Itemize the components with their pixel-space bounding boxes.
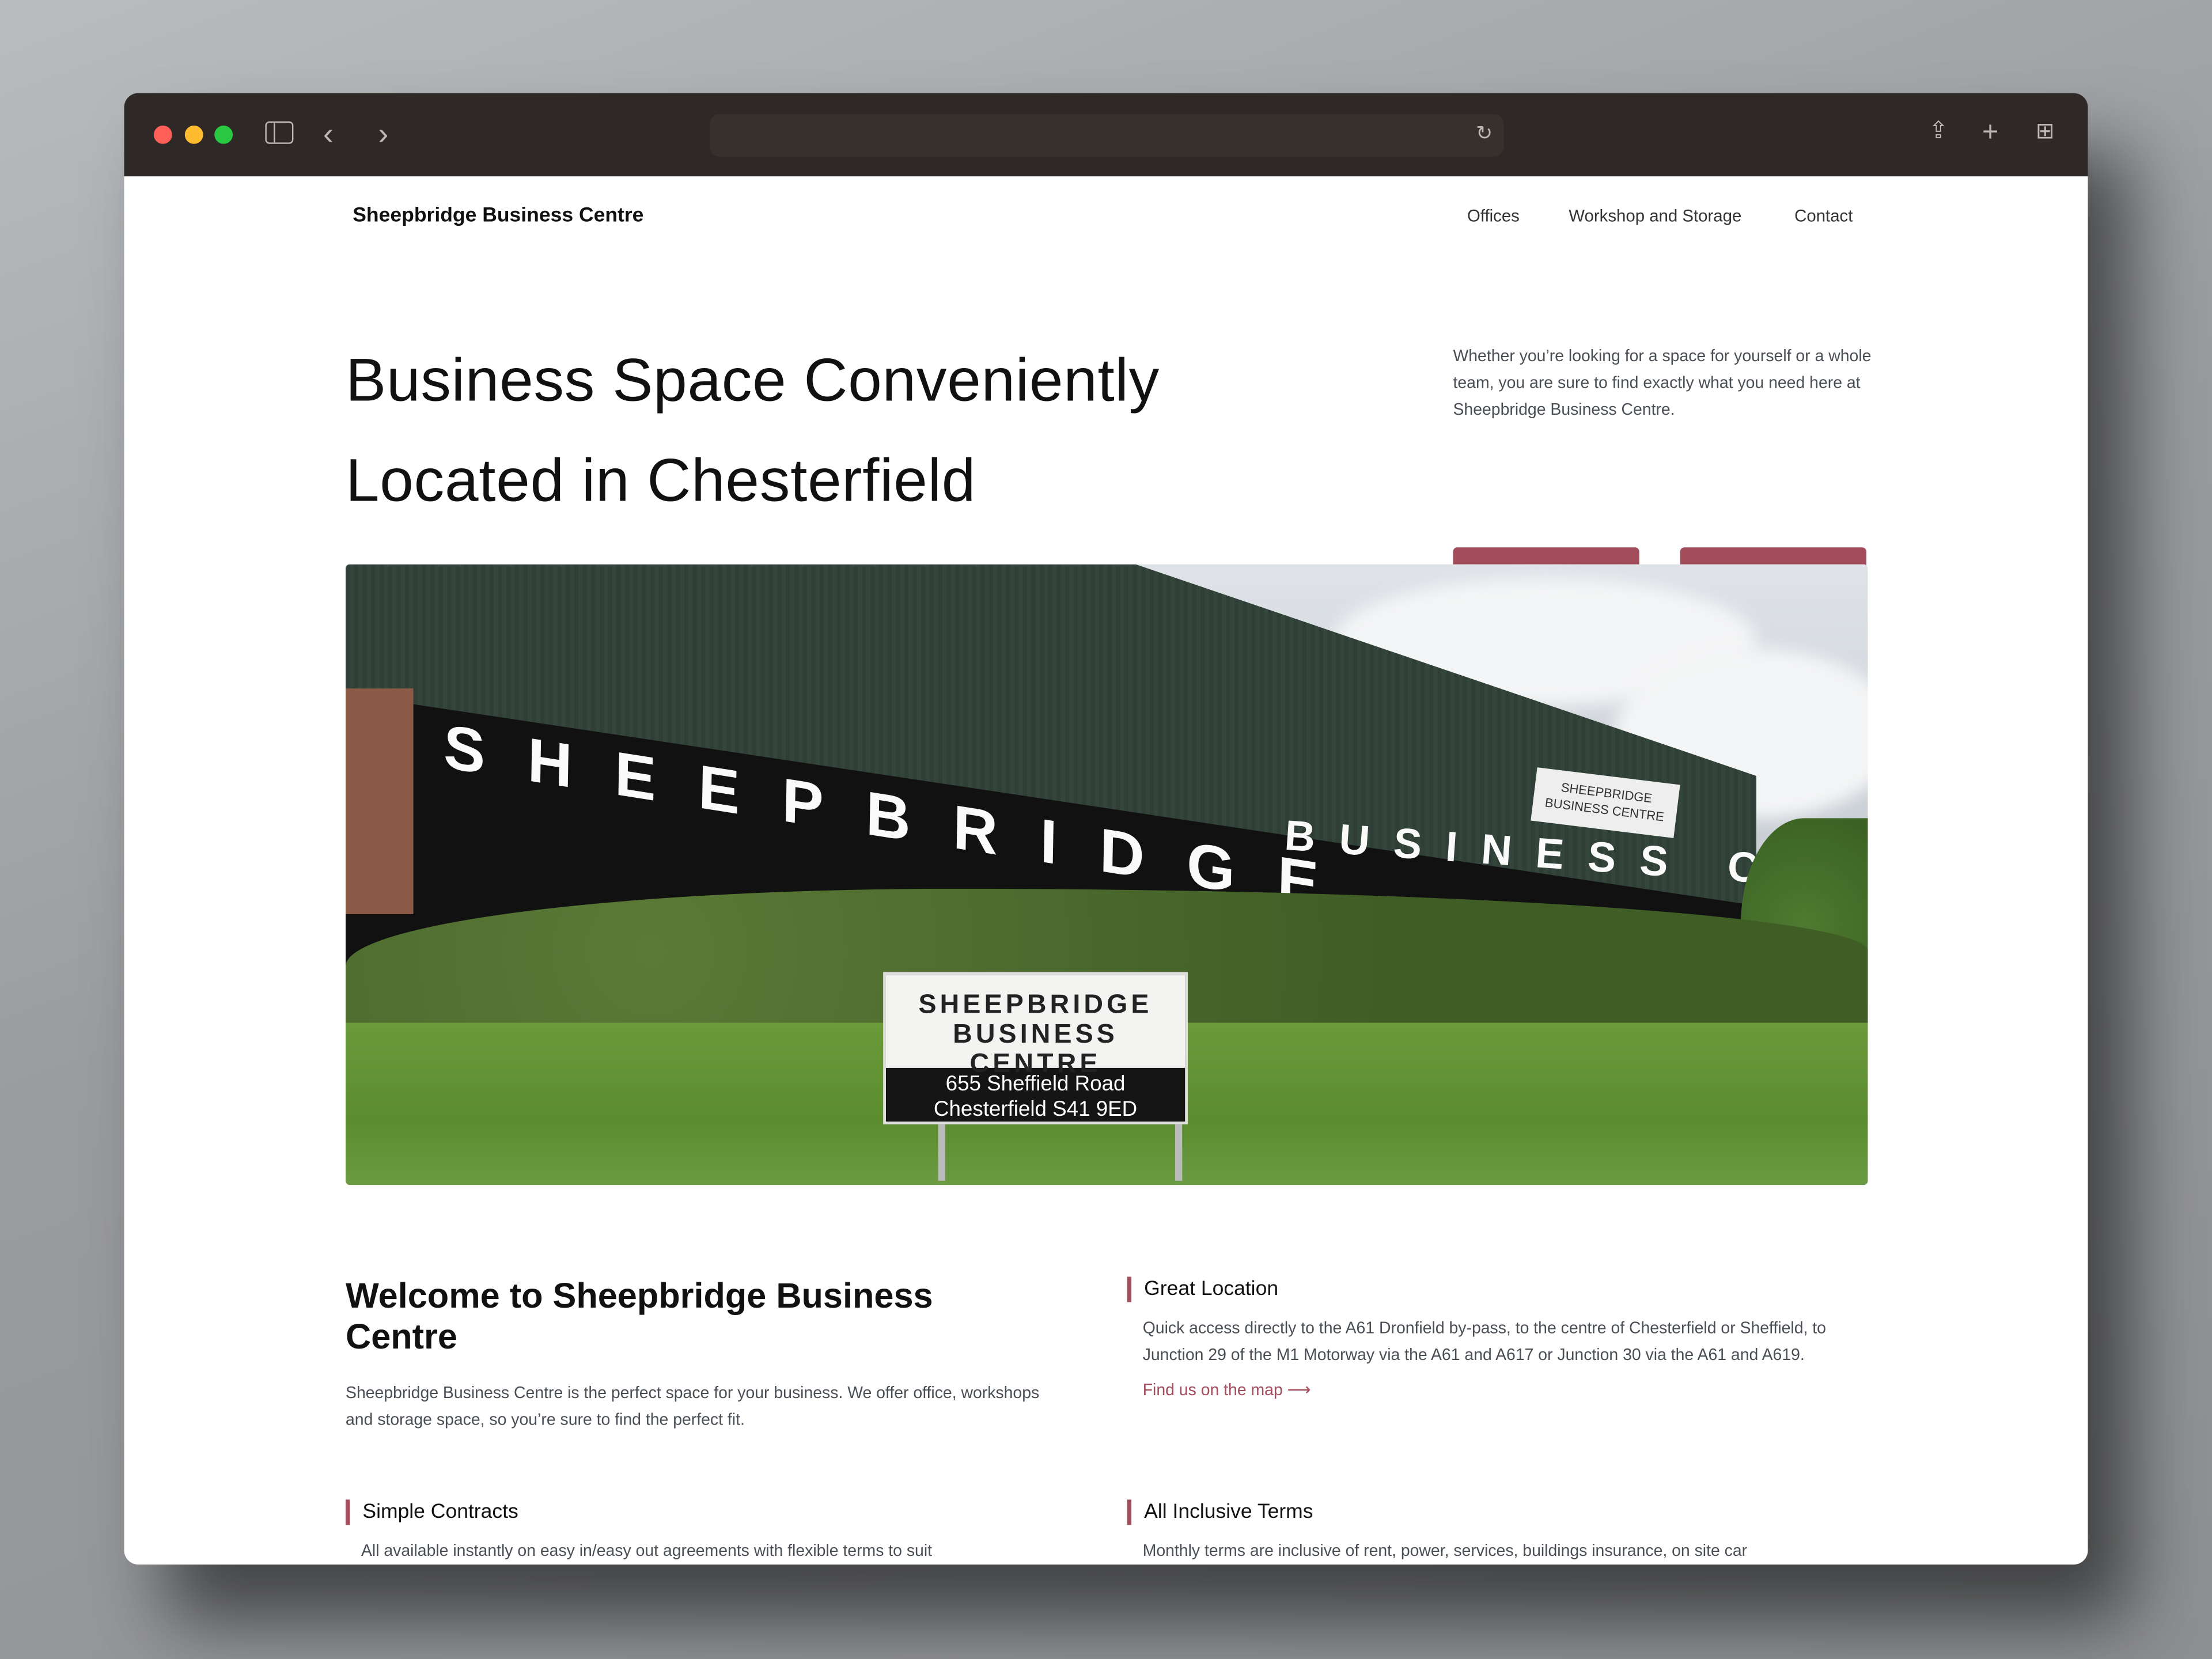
welcome-text: Sheepbridge Business Centre is the perfe… xyxy=(346,1384,1040,1429)
feature-title: Great Location xyxy=(1127,1277,1861,1302)
feature-title: Simple Contracts xyxy=(346,1499,1051,1525)
browser-window: ‹ › ↻ ⇪ + ⊞ Sheepbridge Business Centre … xyxy=(124,93,2088,1565)
minimize-window-button[interactable] xyxy=(184,125,203,144)
feature-great-location: Great Location Quick access directly to … xyxy=(1127,1277,1861,1399)
forward-icon[interactable]: › xyxy=(378,118,388,150)
welcome-section: Welcome to Sheepbridge Business Centre S… xyxy=(346,1277,1051,1433)
maximize-window-button[interactable] xyxy=(214,125,233,144)
web-page: Sheepbridge Business Centre Offices Work… xyxy=(124,176,2088,1565)
hero-title: Business Space Conveniently Located in C… xyxy=(346,347,1160,515)
feature-all-inclusive-terms: All Inclusive Terms Monthly terms are in… xyxy=(1127,1499,1861,1565)
share-icon[interactable]: ⇪ xyxy=(1929,119,1949,143)
feature-text: Monthly terms are inclusive of rent, pow… xyxy=(1142,1541,1748,1560)
feature-simple-contracts: Simple Contracts All available instantly… xyxy=(346,1499,1051,1565)
nav-workshop-storage[interactable]: Workshop and Storage xyxy=(1569,206,1741,226)
tab-overview-icon[interactable]: ⊞ xyxy=(2036,120,2055,144)
feature-title: All Inclusive Terms xyxy=(1127,1499,1861,1525)
find-us-on-map-link[interactable]: Find us on the map ⟶ xyxy=(1127,1380,1861,1400)
nav-contact[interactable]: Contact xyxy=(1794,206,1853,226)
arrow-right-icon: ⟶ xyxy=(1287,1381,1311,1400)
hero-photo: SHEEPBRIDGE BUSINESS CENTRE SHEEPBRIDGE … xyxy=(346,564,1868,1185)
feature-text: All available instantly on easy in/easy … xyxy=(361,1541,933,1560)
sidebar-icon[interactable] xyxy=(265,121,294,144)
welcome-title: Welcome to Sheepbridge Business Centre xyxy=(346,1277,933,1357)
address-sign: SHEEPBRIDGE BUSINESS CENTRE 655 Sheffiel… xyxy=(883,972,1188,1124)
site-logo[interactable]: Sheepbridge Business Centre xyxy=(353,204,643,227)
close-window-button[interactable] xyxy=(153,125,172,144)
back-icon[interactable]: ‹ xyxy=(323,118,334,150)
hero-lede: Whether you’re looking for a space for y… xyxy=(1453,347,1872,419)
feature-text: Quick access directly to the A61 Dronfie… xyxy=(1142,1319,1827,1365)
browser-toolbar: ‹ › ↻ ⇪ + ⊞ xyxy=(124,93,2088,177)
address-bar[interactable]: ↻ xyxy=(709,114,1504,157)
nav-offices[interactable]: Offices xyxy=(1467,206,1520,226)
new-tab-icon[interactable]: + xyxy=(1982,119,1999,147)
reload-icon[interactable]: ↻ xyxy=(1476,123,1493,142)
